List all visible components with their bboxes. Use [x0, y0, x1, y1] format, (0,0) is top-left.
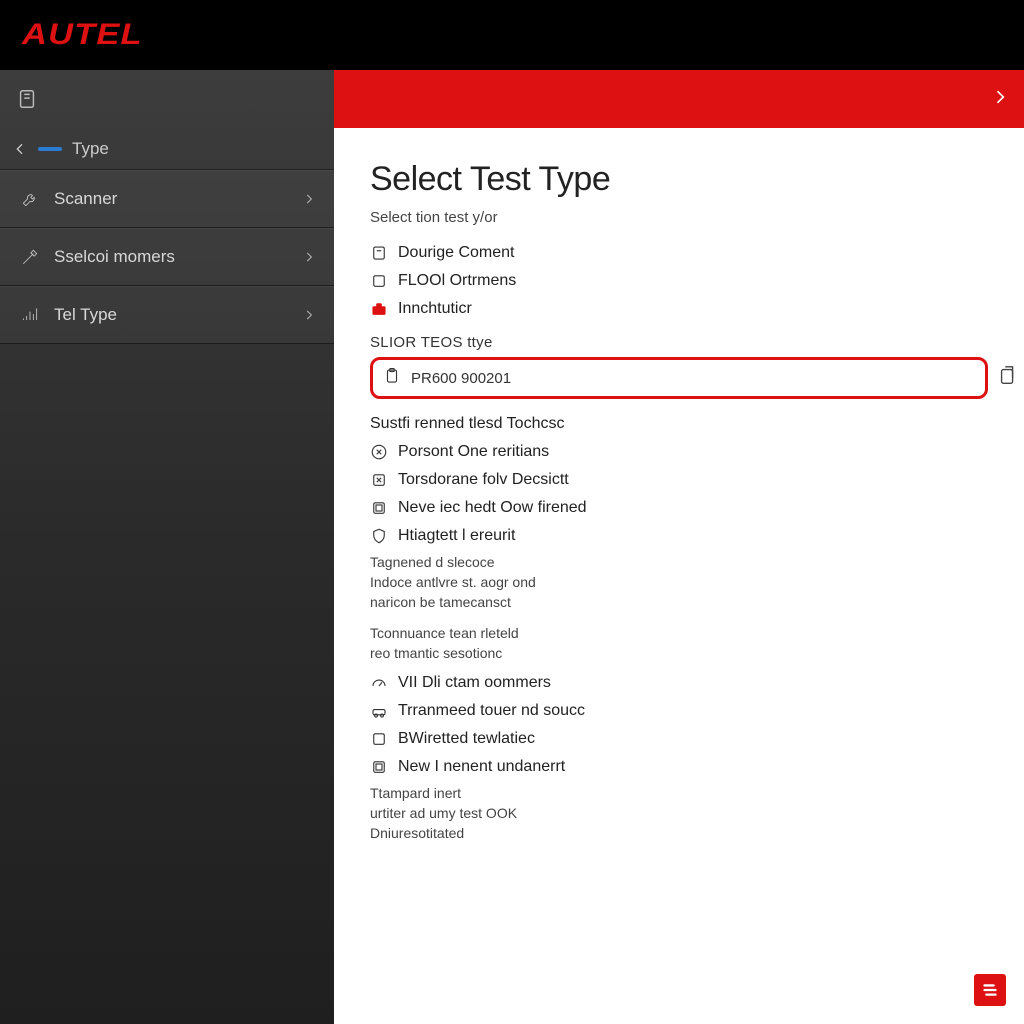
- note-line: urtiter ad umy test OOK: [370, 804, 988, 823]
- type-bar-icon: [38, 147, 62, 151]
- main-panel: Select Test Type Select tion test y/or D…: [334, 70, 1024, 1024]
- highlighted-label: PR600 900201: [411, 370, 511, 387]
- chevron-right-icon: [302, 192, 316, 206]
- sidebar-item-label: Scanner: [54, 189, 288, 209]
- chevron-right-icon: [302, 308, 316, 322]
- note-block: Tconnuance tean rleteld reo tmantic seso…: [370, 624, 988, 663]
- document-icon: [370, 244, 388, 262]
- note-line: Indoce antlvre st. aogr ond: [370, 573, 988, 592]
- page-title: Select Test Type: [370, 160, 988, 199]
- toolbox-icon: [370, 300, 388, 318]
- content-area: Select Test Type Select tion test y/or D…: [334, 128, 1024, 1024]
- list-item[interactable]: Dourige Coment: [370, 242, 988, 264]
- breadcrumb-label: Type: [72, 139, 109, 159]
- list-item[interactable]: Porsont One reritians: [370, 441, 988, 463]
- note-block: Ttampard inert urtiter ad umy test OOK D…: [370, 784, 988, 843]
- list-item[interactable]: VII Dli ctam oommers: [370, 672, 988, 694]
- sidebar: Type Scanner Sselcoi momers Tel Type: [0, 70, 334, 1024]
- signal-icon: [20, 305, 40, 325]
- list-item-label: Neve iec hedt Oow firened: [398, 499, 587, 517]
- breadcrumb[interactable]: Type: [0, 128, 334, 170]
- square-icon: [370, 272, 388, 290]
- list-item-label: VII Dli ctam oommers: [398, 674, 551, 692]
- note-line: Tconnuance tean rleteld: [370, 624, 988, 643]
- forward-icon[interactable]: [990, 87, 1010, 112]
- sidebar-top-icon[interactable]: [0, 70, 334, 128]
- list-item-label: Porsont One reritians: [398, 443, 549, 461]
- list-item-label: Htiagtett l ereurit: [398, 527, 515, 545]
- subhead: Sustfi renned tlesd Tochcsc: [370, 415, 988, 433]
- red-header-bar: [334, 70, 1024, 128]
- list-item[interactable]: Innchtuticr: [370, 298, 988, 320]
- list-item[interactable]: Trranmeed touer nd soucc: [370, 700, 988, 722]
- list-item-label: New I nenent undanerrt: [398, 758, 565, 776]
- list-item[interactable]: Htiagtett l ereurit: [370, 525, 988, 547]
- shield-icon: [370, 527, 388, 545]
- note-line: Ttampard inert: [370, 784, 988, 803]
- list-item-label: FLOOl Ortrmens: [398, 272, 516, 290]
- corner-badge[interactable]: [974, 974, 1006, 1006]
- sidebar-item-label: Sselcoi momers: [54, 247, 288, 267]
- car-icon: [370, 702, 388, 720]
- section-label: SLIOR TEOS ttye: [370, 334, 988, 351]
- gauge-icon: [370, 674, 388, 692]
- panel-icon: [370, 758, 388, 776]
- back-icon[interactable]: [12, 141, 28, 157]
- body: Type Scanner Sselcoi momers Tel Type: [0, 70, 1024, 1024]
- compass-icon: [370, 443, 388, 461]
- list-item[interactable]: BWiretted tewlatiec: [370, 728, 988, 750]
- list-item[interactable]: Neve iec hedt Oow firened: [370, 497, 988, 519]
- list-item-label: Innchtuticr: [398, 300, 472, 318]
- note-line: naricon be tamecansct: [370, 593, 988, 612]
- list-item-label: BWiretted tewlatiec: [398, 730, 535, 748]
- wrench-icon: [20, 189, 40, 209]
- list-item-label: Trranmeed touer nd soucc: [398, 702, 585, 720]
- sidebar-item-selections[interactable]: Sselcoi momers: [0, 228, 334, 286]
- note-line: Tagnened d slecoce: [370, 553, 988, 572]
- panel-icon: [370, 499, 388, 517]
- clipboard-icon: [383, 367, 401, 389]
- sidebar-item-tel-type[interactable]: Tel Type: [0, 286, 334, 344]
- sidebar-item-label: Tel Type: [54, 305, 288, 325]
- list-item-label: Torsdorane folv Decsictt: [398, 471, 569, 489]
- sidebar-item-scanner[interactable]: Scanner: [0, 170, 334, 228]
- square-icon: [370, 730, 388, 748]
- list-item[interactable]: New I nenent undanerrt: [370, 756, 988, 778]
- highlighted-test-row[interactable]: PR600 900201: [370, 357, 988, 399]
- note-line: reo tmantic sesotionc: [370, 644, 988, 663]
- page-subtitle: Select tion test y/or: [370, 209, 988, 226]
- app-root: AUTEL Type Scanner Sselcoi momers: [0, 0, 1024, 1024]
- list-item[interactable]: FLOOl Ortrmens: [370, 270, 988, 292]
- list-item-label: Dourige Coment: [398, 244, 515, 262]
- tool-icon: [20, 247, 40, 267]
- paste-icon[interactable]: [997, 365, 1019, 391]
- close-box-icon: [370, 471, 388, 489]
- list-item[interactable]: Torsdorane folv Decsictt: [370, 469, 988, 491]
- top-bar: AUTEL: [0, 0, 1024, 70]
- note-line: Dniuresotitated: [370, 824, 988, 843]
- chevron-right-icon: [302, 250, 316, 264]
- note-block: Tagnened d slecoce Indoce antlvre st. ao…: [370, 553, 988, 612]
- brand-logo: AUTEL: [22, 18, 143, 52]
